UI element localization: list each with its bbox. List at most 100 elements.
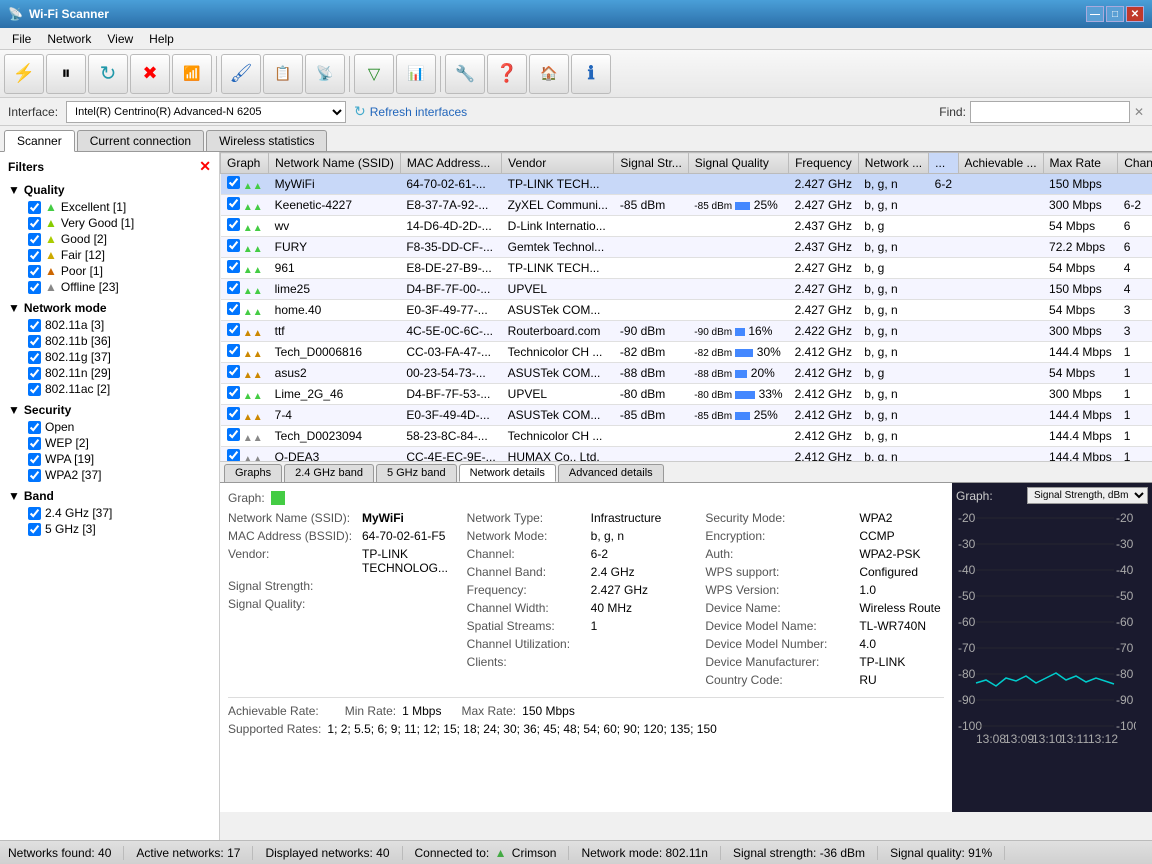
col-net-val: b, g, n — [858, 342, 928, 363]
detail-tab-network[interactable]: Network details — [459, 464, 556, 482]
signal-button[interactable]: 📶 — [172, 54, 212, 94]
filter-button[interactable]: 🖌 — [221, 54, 261, 94]
col-max-rate[interactable]: Max Rate — [1043, 153, 1118, 174]
menu-file[interactable]: File — [4, 30, 39, 48]
table-row[interactable]: ▲▲ Lime_2G_46 D4-BF-7F-53-... UPVEL -80 … — [221, 384, 1152, 405]
network-table-container[interactable]: Graph Network Name (SSID) MAC Address...… — [220, 152, 1152, 462]
table-row[interactable]: ▲▲ Keenetic-4227 E8-37-7A-92-... ZyXEL C… — [221, 195, 1152, 216]
col-network[interactable]: Network ... — [858, 153, 928, 174]
svg-text:-20: -20 — [958, 511, 976, 525]
menu-view[interactable]: View — [99, 30, 141, 48]
table-row[interactable]: ▲▲ MyWiFi 64-70-02-61-... TP-LINK TECH..… — [221, 174, 1152, 195]
detail-tab-graphs[interactable]: Graphs — [224, 464, 282, 482]
detail-tab-advanced[interactable]: Advanced details — [558, 464, 664, 482]
minimize-button[interactable]: — — [1086, 6, 1104, 22]
filter-80211n[interactable]: 802.11n [29] — [4, 365, 215, 381]
col-mac[interactable]: MAC Address... — [400, 153, 501, 174]
col-achievable-val — [958, 195, 1043, 216]
export-button[interactable]: 📋 — [263, 54, 303, 94]
table-row[interactable]: ▲▲ FURY F8-35-DD-CF-... Gemtek Technol..… — [221, 237, 1152, 258]
col-channel-val: 6 — [1118, 216, 1152, 237]
graph-type-select[interactable]: Signal Strength, dBm — [1027, 487, 1148, 504]
filter-80211b[interactable]: 802.11b [36] — [4, 333, 215, 349]
maximize-button[interactable]: □ — [1106, 6, 1124, 22]
col-signal-str[interactable]: Signal Str... — [614, 153, 688, 174]
col-dots[interactable]: ... — [929, 153, 958, 174]
filter-group-quality-label[interactable]: ▼ Quality — [4, 181, 215, 199]
col-signal-quality[interactable]: Signal Quality — [688, 153, 788, 174]
filter2-button[interactable]: ▽ — [354, 54, 394, 94]
filter-fair[interactable]: ▲ Fair [12] — [4, 247, 215, 263]
table-row[interactable]: ▲▲ home.40 E0-3F-49-77-... ASUSTek COM..… — [221, 300, 1152, 321]
settings-button[interactable]: 🔧 — [445, 54, 485, 94]
detail-tab-5ghz[interactable]: 5 GHz band — [376, 464, 457, 482]
col-freq-val: 2.412 GHz — [789, 447, 859, 463]
refresh-interfaces-button[interactable]: ↻ Refresh interfaces — [354, 103, 467, 120]
col-achievable[interactable]: Achievable ... — [958, 153, 1043, 174]
tab-current-connection[interactable]: Current connection — [77, 130, 204, 151]
tab-wireless-statistics[interactable]: Wireless statistics — [206, 130, 327, 151]
col-dots-val — [929, 447, 958, 463]
detail-tab-24ghz[interactable]: 2.4 GHz band — [284, 464, 374, 482]
filter-poor[interactable]: ▲ Poor [1] — [4, 263, 215, 279]
close-button[interactable]: ✕ — [1126, 6, 1144, 22]
tab-scanner[interactable]: Scanner — [4, 130, 75, 152]
col-frequency[interactable]: Frequency — [789, 153, 859, 174]
col-net-val: b, g, n — [858, 279, 928, 300]
filter-wpa[interactable]: WPA [19] — [4, 451, 215, 467]
col-freq-val: 2.437 GHz — [789, 237, 859, 258]
filter-offline[interactable]: ▲ Offline [23] — [4, 279, 215, 295]
filter-open[interactable]: Open — [4, 419, 215, 435]
refresh-button[interactable]: ↻ — [88, 54, 128, 94]
col-graph-val: ▲▲ — [221, 258, 269, 279]
col-vendor[interactable]: Vendor — [502, 153, 614, 174]
filter-wep[interactable]: WEP [2] — [4, 435, 215, 451]
filter-5ghz[interactable]: 5 GHz [3] — [4, 521, 215, 537]
home-button[interactable]: 🏠 — [529, 54, 569, 94]
interface-select[interactable]: Intel(R) Centrino(R) Advanced-N 6205 — [66, 101, 346, 123]
menu-network[interactable]: Network — [39, 30, 99, 48]
stats-button[interactable]: 📊 — [396, 54, 436, 94]
col-net-val: b, g, n — [858, 321, 928, 342]
col-vendor-val: Gemtek Technol... — [502, 237, 614, 258]
col-ssid-val: wv — [269, 216, 401, 237]
help-button[interactable]: ❓ — [487, 54, 527, 94]
filter-group-band-label[interactable]: ▼ Band — [4, 487, 215, 505]
filter-excellent[interactable]: ▲ Excellent [1] — [4, 199, 215, 215]
filter-24ghz[interactable]: 2.4 GHz [37] — [4, 505, 215, 521]
menu-help[interactable]: Help — [141, 30, 182, 48]
table-row[interactable]: ▲▲ 7-4 E0-3F-49-4D-... ASUSTek COM... -8… — [221, 405, 1152, 426]
filter-wpa2[interactable]: WPA2 [37] — [4, 467, 215, 483]
table-row[interactable]: ▲▲ Tech_D0023094 58-23-8C-84-... Technic… — [221, 426, 1152, 447]
table-row[interactable]: ▲▲ wv 14-D6-4D-2D-... D-Link Internatio.… — [221, 216, 1152, 237]
filter-80211g[interactable]: 802.11g [37] — [4, 349, 215, 365]
pause-button[interactable]: ⏸ — [46, 54, 86, 94]
filter-group-band: ▼ Band 2.4 GHz [37] 5 GHz [3] — [4, 487, 215, 537]
stop-button[interactable]: ✖ — [130, 54, 170, 94]
table-row[interactable]: ▲▲ 961 E8-DE-27-B9-... TP-LINK TECH... 2… — [221, 258, 1152, 279]
col-ssid[interactable]: Network Name (SSID) — [269, 153, 401, 174]
filter-80211ac[interactable]: 802.11ac [2] — [4, 381, 215, 397]
filter-good[interactable]: ▲ Good [2] — [4, 231, 215, 247]
filter-80211a[interactable]: 802.11a [3] — [4, 317, 215, 333]
filter-group-security-label[interactable]: ▼ Security — [4, 401, 215, 419]
scan-button[interactable]: 📡 — [305, 54, 345, 94]
col-net-val: b, g, n — [858, 447, 928, 463]
table-row[interactable]: ▲▲ O-DEA3 CC-4E-EC-9E-... HUMAX Co., Ltd… — [221, 447, 1152, 463]
filter-group-network-mode-label[interactable]: ▼ Network mode — [4, 299, 215, 317]
col-channel[interactable]: Chan — [1118, 153, 1152, 174]
info-button[interactable]: ℹ — [571, 54, 611, 94]
find-clear-icon[interactable]: ✕ — [1134, 105, 1144, 119]
table-row[interactable]: ▲▲ ttf 4C-5E-0C-6C-... Routerboard.com -… — [221, 321, 1152, 342]
find-input[interactable] — [970, 101, 1130, 123]
table-row[interactable]: ▲▲ lime25 D4-BF-7F-00-... UPVEL 2.427 GH… — [221, 279, 1152, 300]
start-button[interactable]: ⚡ — [4, 54, 44, 94]
clear-filters-button[interactable]: ✕ — [199, 158, 211, 175]
col-signal-str-val: -85 dBm — [614, 405, 688, 426]
table-row[interactable]: ▲▲ Tech_D0006816 CC-03-FA-47-... Technic… — [221, 342, 1152, 363]
table-row[interactable]: ▲▲ asus2 00-23-54-73-... ASUSTek COM... … — [221, 363, 1152, 384]
col-mac-val: E8-DE-27-B9-... — [400, 258, 501, 279]
filter-very-good[interactable]: ▲ Very Good [1] — [4, 215, 215, 231]
col-graph[interactable]: Graph — [221, 153, 269, 174]
network-mode: Network mode: 802.11n — [569, 846, 721, 860]
